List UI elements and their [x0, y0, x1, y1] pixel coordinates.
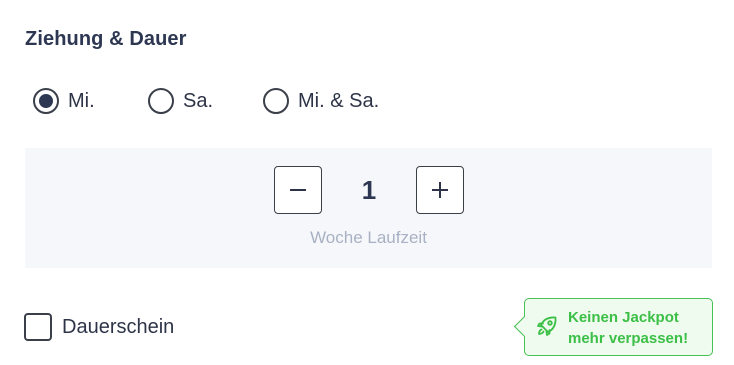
tooltip-arrow	[513, 315, 536, 338]
radio-button[interactable]	[148, 88, 174, 114]
increment-button[interactable]	[416, 166, 464, 214]
promo-text-line-1: Keinen Jackpot	[568, 309, 679, 326]
rocket-icon	[537, 316, 557, 336]
section-title: Ziehung & Dauer	[25, 28, 187, 50]
draw-option-label: Mi. & Sa.	[298, 89, 380, 112]
draw-option-label: Sa.	[183, 89, 214, 112]
minus-icon	[290, 189, 306, 191]
decrement-button[interactable]	[274, 166, 322, 214]
draw-duration-section: Ziehung & Dauer Mi. Sa. Mi. & Sa. 1 Woch…	[0, 0, 734, 365]
radio-button-checked[interactable]	[33, 88, 59, 114]
draw-option-both[interactable]: Mi. & Sa.	[263, 88, 379, 114]
duration-label: Woche Laufzeit	[310, 228, 427, 247]
radio-button[interactable]	[263, 88, 289, 114]
permanent-ticket-checkbox[interactable]	[24, 313, 52, 341]
permanent-ticket-option[interactable]: Dauerschein	[24, 313, 174, 341]
jackpot-promo-tooltip: Keinen Jackpot mehr verpassen!	[513, 298, 713, 356]
promo-text: Keinen Jackpot mehr verpassen!	[568, 307, 688, 349]
draw-option-saturday[interactable]: Sa.	[148, 88, 263, 114]
duration-stepper: 1	[274, 166, 464, 214]
duration-panel: 1 Woche Laufzeit	[25, 148, 712, 268]
radio-selected-dot	[39, 94, 53, 108]
draw-option-wednesday[interactable]: Mi.	[33, 88, 148, 114]
permanent-ticket-label: Dauerschein	[62, 315, 175, 338]
draw-option-label: Mi.	[68, 89, 95, 112]
draw-day-radio-group: Mi. Sa. Mi. & Sa.	[33, 84, 379, 118]
plus-icon	[432, 182, 448, 198]
duration-value: 1	[361, 174, 377, 205]
promo-text-line-2: mehr verpassen!	[568, 330, 689, 347]
